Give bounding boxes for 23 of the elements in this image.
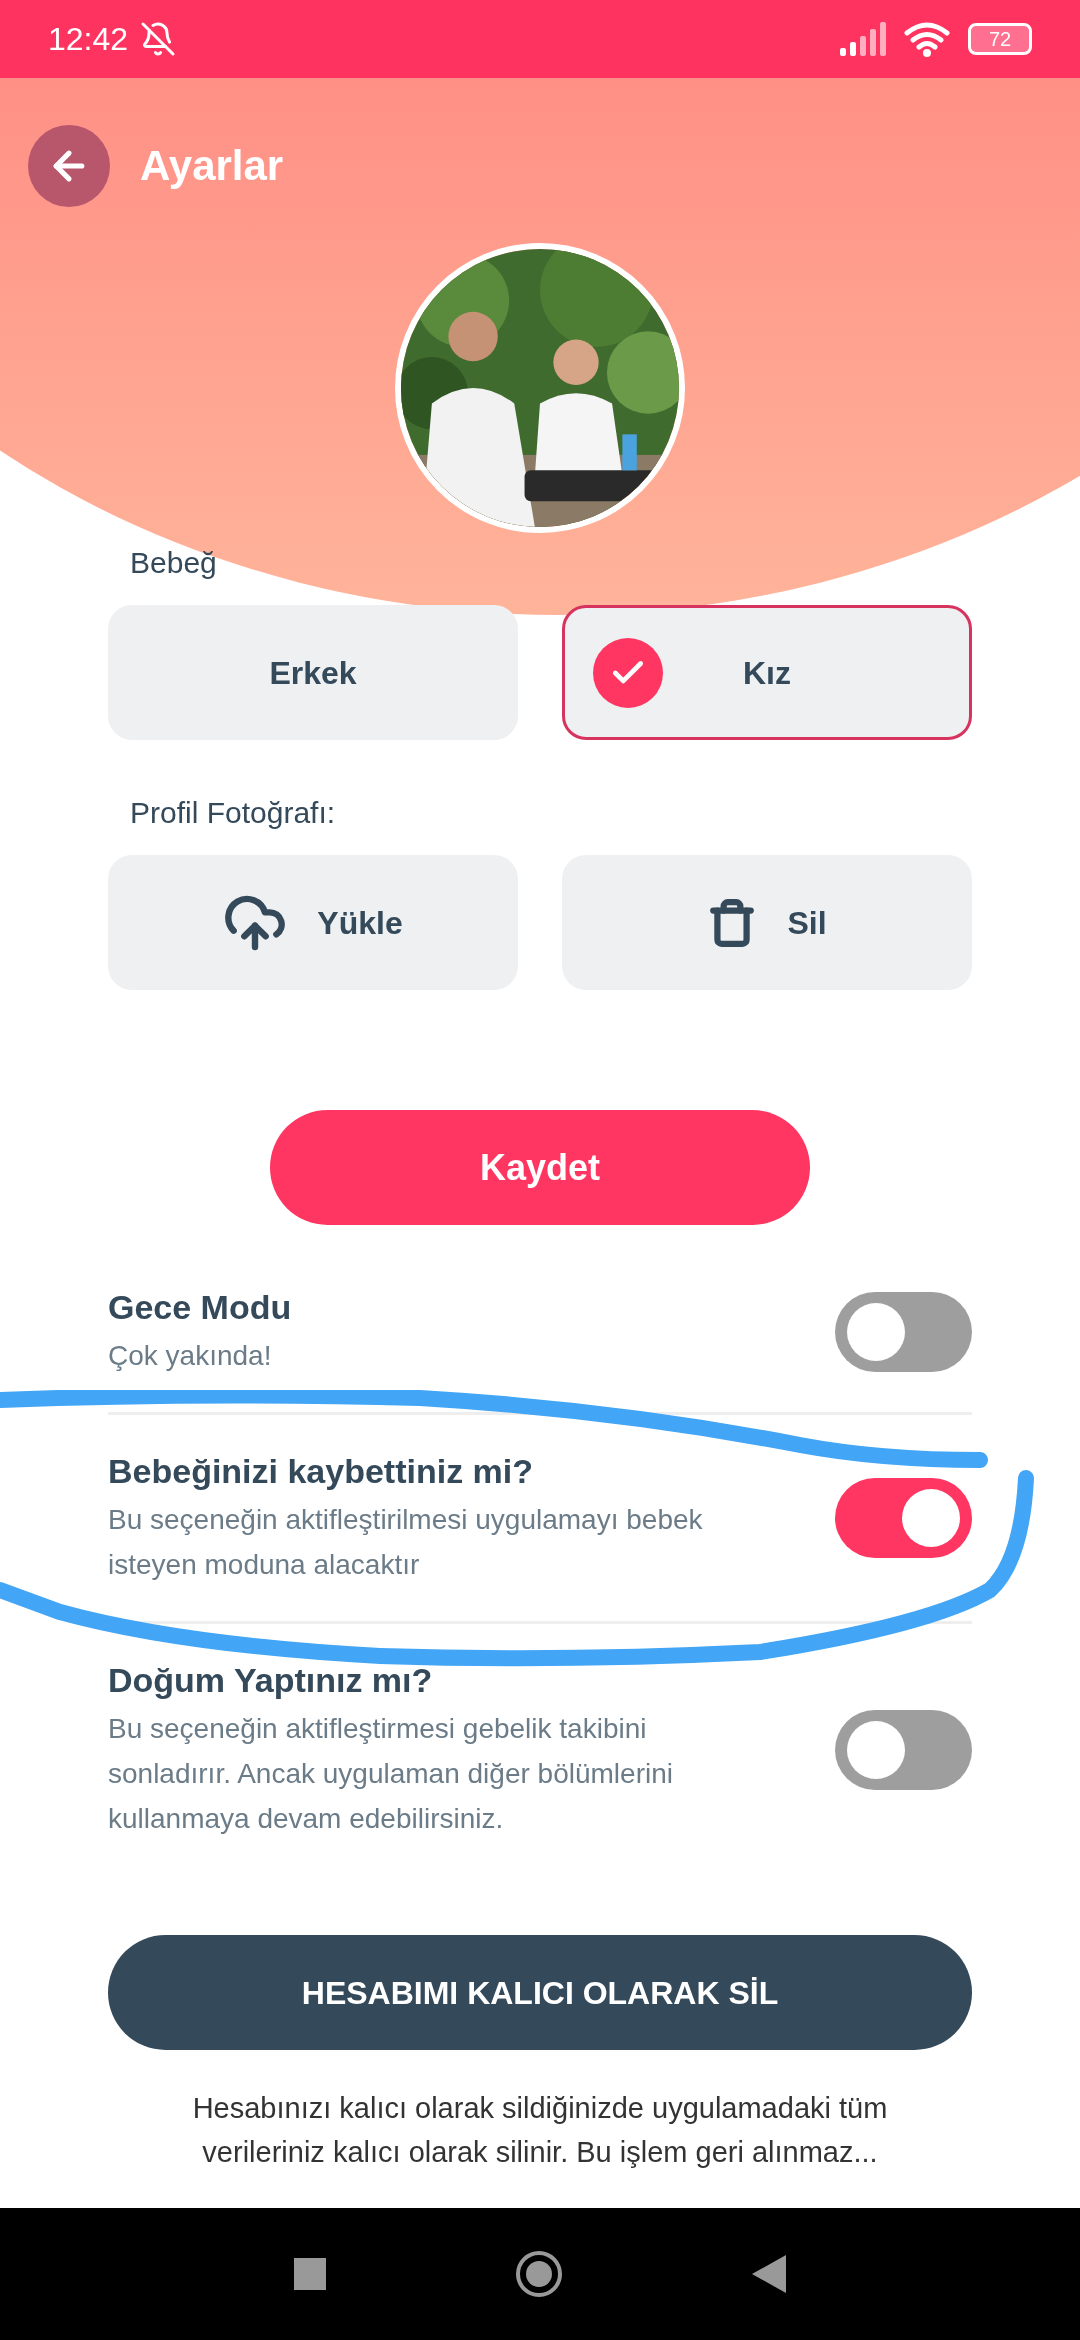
setting-title: Gece Modu	[108, 1287, 293, 1328]
gender-option[interactable]: Kız	[562, 605, 972, 740]
setting-description: Çok yakında!	[108, 1339, 273, 1373]
setting-description: Bu seçeneğin aktifleştirilmesi uygulamayı bebek isteyen moduna alacaktır	[108, 1503, 704, 1582]
upload-button[interactable]: Yükle	[108, 855, 518, 990]
muted-bell-icon	[140, 21, 177, 57]
setting-description: Bu seçeneğin aktifleştirmesi gebelik takibini sonladırır. Ancak uygulaman diğer bölümlerini kullanmaya devam edebilirsiniz.	[108, 1712, 674, 1836]
delete-photo-button[interactable]: Sil	[562, 855, 972, 990]
home-icon[interactable]	[514, 2249, 564, 2299]
delete-account-button[interactable]: HESABIMI KALICI OLARAK SİL	[108, 1935, 972, 2050]
field-label: Profil Fotoğrafı:	[130, 795, 336, 831]
wifi-icon	[904, 21, 950, 57]
setting-title: Doğum Yaptınız mı?	[108, 1660, 434, 1701]
page-title: Ayarlar	[140, 141, 284, 191]
battery-indicator: 72	[968, 23, 1032, 55]
back-icon[interactable]	[752, 2255, 786, 2293]
delete-account-note: Hesabınızı kalıcı olarak sildiğinizde uygulamadaki tüm verileriniz kalıcı olarak silinir. Bu işlem geri alınmaz...	[191, 2091, 889, 2170]
gender-option[interactable]: Erkek	[108, 605, 518, 740]
field-label: Bebeğ	[130, 545, 217, 581]
status-time: 12:42	[48, 20, 129, 59]
setting-title: Bebeğinizi kaybettiniz mi?	[108, 1451, 535, 1492]
save-button[interactable]: Kaydet	[270, 1110, 810, 1225]
signal-icon	[840, 22, 888, 56]
